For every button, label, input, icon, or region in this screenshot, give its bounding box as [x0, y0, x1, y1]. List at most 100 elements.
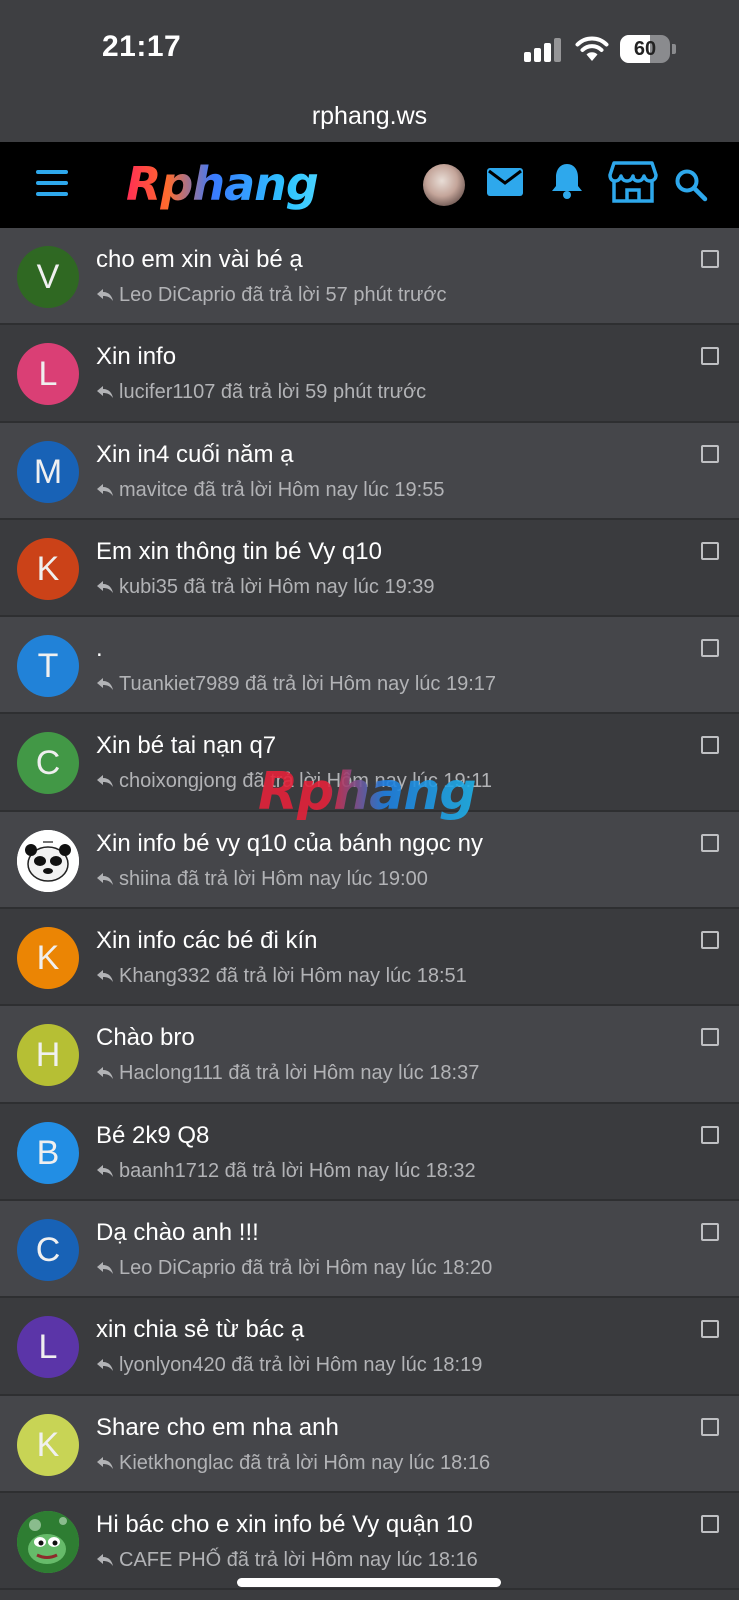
thread-title[interactable]: Bé 2k9 Q8	[96, 1122, 209, 1150]
thread-row[interactable]: L Xin info lucifer1107 đã trả lời 59 phút …	[0, 325, 739, 423]
thread-meta-text: Leo DiCaprio đã trả lời Hôm nay lúc 18:2…	[119, 1256, 493, 1279]
thread-row[interactable]: H Chào bro Haclong111 đã trả lời Hôm nay l…	[0, 1006, 739, 1104]
url-bar[interactable]: rphang.ws	[0, 96, 739, 142]
thread-avatar[interactable]: L	[17, 343, 79, 406]
thread-last-reply: lyonlyon420 đã trả lời Hôm nay lúc 18:19	[96, 1354, 482, 1377]
thread-row[interactable]: K Share cho em nha anh Kietkhonglac đã trả…	[0, 1395, 739, 1493]
thread-row[interactable]: Xin info bé vy q10 của bánh ngọc ny shiin…	[0, 811, 739, 910]
thread-meta-text: lyonlyon420 đã trả lời Hôm nay lúc 18:19	[119, 1354, 483, 1377]
thread-meta-text: mavitce đã trả lời Hôm nay lúc 19:55	[119, 478, 445, 501]
thread-avatar[interactable]: K	[17, 537, 79, 600]
thread-select-checkbox[interactable]	[701, 347, 719, 366]
thread-last-reply: choixongjong đã trả lời Hôm nay lúc 19:1…	[96, 770, 492, 793]
status-time: 21:17	[102, 30, 182, 63]
thread-row[interactable]: C Xin bé tai nạn q7 choixongjong đã trả lờ…	[0, 714, 739, 812]
thread-select-checkbox[interactable]	[701, 250, 719, 268]
search-icon[interactable]	[674, 168, 708, 202]
reply-icon	[97, 872, 113, 885]
thread-select-checkbox[interactable]	[701, 833, 719, 852]
reply-icon	[97, 970, 113, 983]
thread-row[interactable]: M Xin in4 cuối năm ạ mavitce đã trả lời Hô…	[0, 422, 739, 520]
thread-row[interactable]: Hi bác cho e xin info bé Vy quận 10 CAFE …	[0, 1492, 739, 1591]
thread-row[interactable]: T. Tuankiet7989 đã trả lời Hôm nay lúc 19…	[0, 617, 739, 715]
thread-avatar[interactable]: B	[17, 1121, 79, 1184]
thread-select-checkbox[interactable]	[701, 1125, 719, 1144]
thread-avatar[interactable]: L	[17, 1316, 79, 1379]
reply-icon	[97, 775, 113, 788]
thread-select-checkbox[interactable]	[701, 736, 719, 755]
thread-last-reply: lucifer1107 đã trả lời 59 phút trước	[96, 381, 426, 404]
thread-avatar[interactable]: K	[17, 1413, 79, 1476]
thread-row[interactable]: C Dạ chào anh !!! Leo DiCaprio đã trả lời …	[0, 1200, 739, 1299]
thread-select-checkbox[interactable]	[701, 1514, 719, 1533]
thread-title[interactable]: Dạ chào anh !!!	[96, 1219, 259, 1247]
thread-last-reply: Leo DiCaprio đã trả lời 57 phút trước	[96, 284, 447, 307]
thread-row[interactable]: K Em xin thông tin bé Vy q10 kubi35 đã trả…	[0, 519, 739, 618]
thread-last-reply: Leo DiCaprio đã trả lời Hôm nay lúc 18:2…	[96, 1257, 492, 1280]
store-icon[interactable]	[608, 160, 658, 204]
cellular-signal-icon	[524, 38, 562, 62]
user-avatar[interactable]	[423, 164, 465, 206]
thread-meta-text: choixongjong đã trả lời Hôm nay lúc 19:1…	[119, 770, 492, 793]
thread-title[interactable]: .	[96, 635, 103, 663]
thread-list: Vcho em xin vài bé ạ Leo DiCaprio đã trả …	[0, 228, 739, 1591]
thread-avatar[interactable]: V	[17, 246, 79, 308]
thread-title[interactable]: Chào bro	[96, 1024, 195, 1052]
thread-select-checkbox[interactable]	[701, 1417, 719, 1436]
thread-select-checkbox[interactable]	[701, 931, 719, 950]
thread-select-checkbox[interactable]	[701, 444, 719, 463]
thread-avatar[interactable]	[17, 1510, 79, 1573]
thread-row[interactable]: B Bé 2k9 Q8 baanh1712 đã trả lời Hôm nay l…	[0, 1103, 739, 1201]
site-logo[interactable]: Rphang	[126, 156, 356, 212]
thread-title[interactable]: Xin in4 cuối năm ạ	[96, 441, 293, 469]
thread-title[interactable]: Xin info	[96, 343, 176, 371]
thread-meta-text: lucifer1107 đã trả lời 59 phút trước	[119, 381, 427, 404]
thread-title[interactable]: xin chia sẻ từ bác ạ	[96, 1316, 304, 1344]
thread-meta-text: Tuankiet7989 đã trả lời Hôm nay lúc 19:1…	[119, 673, 497, 696]
thread-select-checkbox[interactable]	[701, 1320, 719, 1339]
reply-icon	[97, 483, 113, 496]
thread-row[interactable]: Lxin chia sẻ từ bác ạ lyonlyon420 đã trả …	[0, 1298, 739, 1396]
status-bar: 21:17 60	[0, 0, 739, 96]
thread-avatar[interactable]: H	[17, 1024, 79, 1087]
thread-meta-text: baanh1712 đã trả lời Hôm nay lúc 18:32	[119, 1159, 476, 1182]
thread-avatar[interactable]: C	[17, 1218, 79, 1281]
thread-last-reply: kubi35 đã trả lời Hôm nay lúc 19:39	[96, 576, 435, 599]
thread-last-reply: CAFE PHỐ đã trả lời Hôm nay lúc 18:16	[96, 1549, 478, 1572]
mail-icon[interactable]	[486, 167, 524, 197]
notification-bell-icon[interactable]	[550, 162, 584, 200]
site-header: Rphang	[0, 142, 739, 228]
hamburger-menu-icon[interactable]	[36, 170, 68, 196]
reply-icon	[97, 386, 113, 399]
thread-last-reply: baanh1712 đã trả lời Hôm nay lúc 18:32	[96, 1160, 476, 1183]
thread-title[interactable]: Em xin thông tin bé Vy q10	[96, 538, 382, 566]
thread-meta-text: CAFE PHỐ đã trả lời Hôm nay lúc 18:16	[119, 1548, 478, 1571]
thread-avatar[interactable]: M	[17, 440, 79, 503]
thread-avatar[interactable]: T	[17, 635, 79, 698]
thread-title[interactable]: Share cho em nha anh	[96, 1414, 339, 1442]
thread-avatar[interactable]	[17, 829, 79, 892]
thread-last-reply: Haclong111 đã trả lời Hôm nay lúc 18:37	[96, 1062, 479, 1085]
thread-row[interactable]: K Xin info các bé đi kín Khang332 đã trả l…	[0, 909, 739, 1007]
thread-title[interactable]: cho em xin vài bé ạ	[96, 246, 303, 274]
thread-select-checkbox[interactable]	[701, 639, 719, 658]
thread-select-checkbox[interactable]	[701, 1028, 719, 1047]
thread-title[interactable]: Xin bé tai nạn q7	[96, 732, 276, 760]
thread-avatar[interactable]: C	[17, 732, 79, 795]
thread-title[interactable]: Xin info các bé đi kín	[96, 927, 317, 955]
thread-select-checkbox[interactable]	[701, 541, 719, 560]
thread-meta-text: Khang332 đã trả lời Hôm nay lúc 18:51	[119, 965, 467, 988]
thread-row[interactable]: Vcho em xin vài bé ạ Leo DiCaprio đã trả …	[0, 228, 739, 326]
thread-meta-text: Leo DiCaprio đã trả lời 57 phút trước	[119, 284, 447, 306]
thread-title[interactable]: Xin info bé vy q10 của bánh ngọc ny	[96, 830, 483, 858]
reply-icon	[97, 289, 113, 301]
battery-level: 60	[633, 38, 657, 60]
thread-last-reply: Khang332 đã trả lời Hôm nay lúc 18:51	[96, 965, 467, 988]
thread-avatar[interactable]: K	[17, 927, 79, 990]
thread-title[interactable]: Hi bác cho e xin info bé Vy quận 10	[96, 1511, 473, 1539]
thread-select-checkbox[interactable]	[701, 1222, 719, 1241]
reply-icon	[97, 1164, 113, 1177]
home-indicator	[237, 1578, 501, 1587]
thread-last-reply: Tuankiet7989 đã trả lời Hôm nay lúc 19:1…	[96, 673, 496, 696]
thread-last-reply: Kietkhonglac đã trả lời Hôm nay lúc 18:1…	[96, 1452, 490, 1475]
